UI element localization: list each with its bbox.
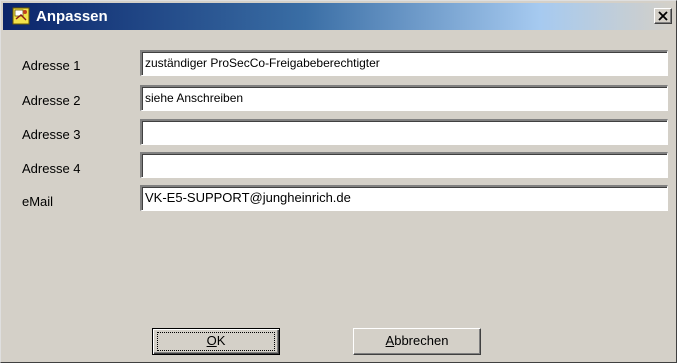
address-1-input[interactable]: zuständiger ProSecCo-Freigabeberechtigte… [140, 50, 668, 76]
email-label: eMail [22, 194, 54, 209]
dialog-window: Anpassen Adresse 1 zuständiger ProSecCo-… [0, 0, 677, 363]
cancel-button[interactable]: Abbrechen [353, 328, 481, 355]
address-2-input[interactable]: siehe Anschreiben [140, 85, 668, 111]
address-4-label: Adresse 4 [22, 161, 81, 176]
address-4-input[interactable] [140, 152, 668, 178]
app-icon [12, 7, 30, 25]
address-3-label: Adresse 3 [22, 127, 81, 142]
address-1-label: Adresse 1 [22, 58, 81, 73]
ok-mnemonic: O [206, 333, 217, 348]
ok-button[interactable]: OK [152, 328, 280, 355]
ok-button-label: OK [207, 333, 226, 348]
close-icon [658, 11, 668, 21]
cancel-button-label: Abbrechen [386, 333, 449, 348]
address-2-label: Adresse 2 [22, 93, 81, 108]
window-title: Anpassen [36, 8, 108, 25]
cancel-label-rest: bbrechen [394, 333, 449, 348]
close-button[interactable] [654, 8, 672, 24]
cancel-mnemonic: A [385, 333, 395, 348]
email-input[interactable]: VK-E5-SUPPORT@jungheinrich.de [140, 185, 668, 211]
address-3-input[interactable] [140, 119, 668, 145]
title-bar[interactable]: Anpassen [3, 3, 674, 30]
ok-label-rest: K [216, 333, 226, 348]
